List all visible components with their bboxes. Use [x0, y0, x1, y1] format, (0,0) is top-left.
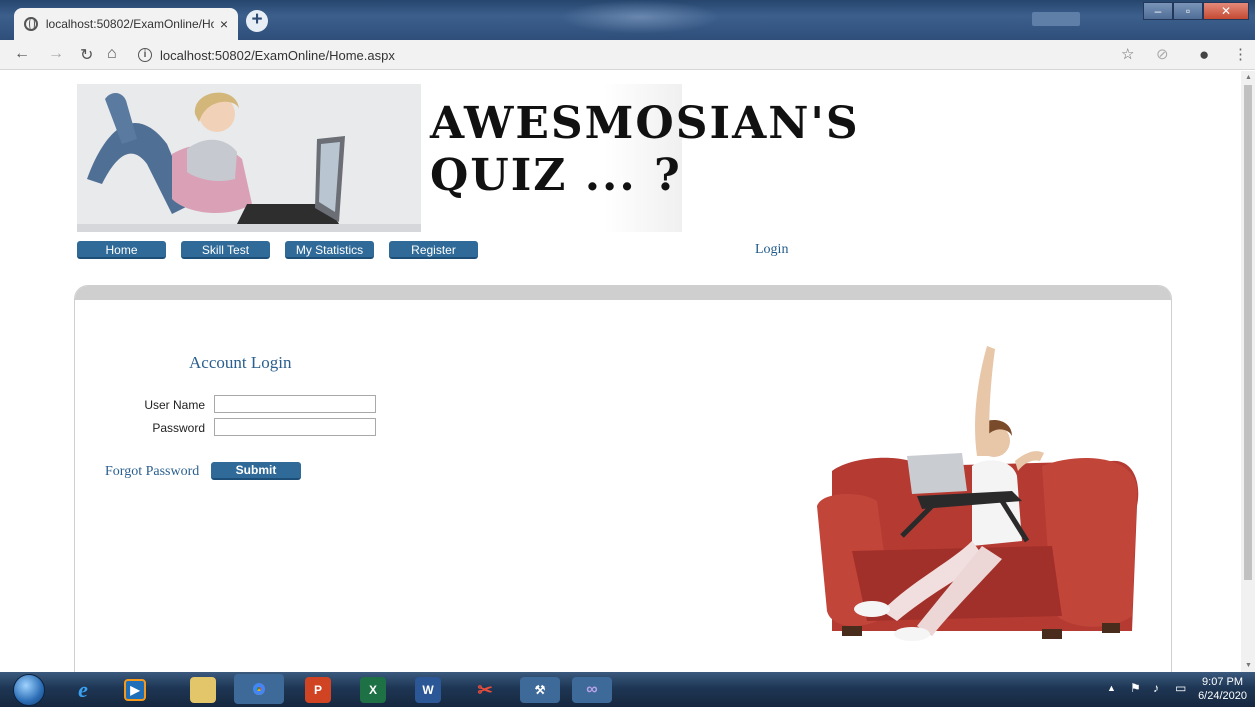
reload-icon[interactable]: ↻ — [80, 45, 93, 65]
chrome-icon — [248, 678, 270, 700]
powerpoint-icon[interactable]: P — [305, 677, 331, 703]
toolbox-icon[interactable]: ⚒ — [520, 677, 560, 703]
network-icon[interactable]: ▭ — [1175, 681, 1186, 695]
word-icon[interactable]: W — [415, 677, 441, 703]
window-controls: – ▫ ✕ — [1143, 2, 1249, 20]
maximize-button[interactable]: ▫ — [1173, 2, 1203, 20]
tab-title: localhost:50802/ExamOnline/Hor — [45, 17, 214, 31]
bookmark-star-icon[interactable]: ☆ — [1121, 45, 1134, 63]
taskbar-clock[interactable]: 9:07 PM 6/24/2020 — [1198, 675, 1247, 703]
submit-button[interactable]: Submit — [211, 462, 301, 480]
action-center-icon[interactable]: ⚑ — [1130, 681, 1141, 695]
web-page: AWESMOSIAN'S QUIZ ... ? Home Skill Test … — [0, 71, 1241, 672]
tab-close-icon[interactable]: × — [220, 16, 228, 32]
back-icon[interactable]: ← — [14, 45, 30, 63]
panel-header-bar — [75, 286, 1171, 300]
internet-explorer-icon[interactable]: e — [70, 677, 96, 703]
excel-icon[interactable]: X — [360, 677, 386, 703]
nav-my-statistics-button[interactable]: My Statistics — [285, 241, 374, 259]
site-title-line2: QUIZ ... ? — [430, 150, 682, 201]
start-button[interactable] — [13, 674, 45, 706]
scrollbar-thumb[interactable] — [1244, 85, 1252, 580]
minimize-button[interactable]: – — [1143, 2, 1173, 20]
extension-icon[interactable]: ⊘ — [1156, 45, 1169, 63]
password-input[interactable] — [214, 418, 376, 436]
site-title-line1: AWESMOSIAN'S — [430, 98, 860, 149]
system-tray: ▲ ⚑ ♪ ▭ 9:07 PM 6/24/2020 — [1095, 672, 1255, 707]
page-scrollbar[interactable]: ▲ ▼ — [1241, 71, 1255, 672]
windows-taskbar: e ▶ P X W ✂ ⚒ ∞ ▲ ⚑ ♪ ▭ 9:07 PM 6/24/202… — [0, 672, 1255, 707]
titlebar-badge — [1032, 12, 1080, 26]
url-text[interactable]: localhost:50802/ExamOnline/Home.aspx — [160, 48, 395, 63]
globe-icon — [24, 17, 38, 31]
volume-icon[interactable]: ♪ — [1153, 681, 1159, 695]
menu-icon[interactable]: ⋮ — [1233, 45, 1248, 63]
address-bar[interactable]: i localhost:50802/ExamOnline/Home.aspx — [138, 44, 1098, 66]
scroll-up-icon[interactable]: ▲ — [1245, 74, 1252, 81]
visual-studio-icon[interactable]: ∞ — [572, 677, 612, 703]
account-login-heading: Account Login — [189, 353, 292, 372]
nav-home-button[interactable]: Home — [77, 241, 166, 259]
clock-date: 6/24/2020 — [1198, 690, 1247, 702]
password-label: Password — [152, 421, 205, 435]
woman-on-sofa-image — [812, 341, 1142, 646]
info-icon[interactable]: i — [138, 48, 152, 62]
login-link[interactable]: Login — [755, 242, 788, 258]
browser-titlebar: localhost:50802/ExamOnline/Hor × + – ▫ ✕ — [0, 0, 1255, 40]
snipping-tool-icon[interactable]: ✂ — [472, 677, 498, 703]
nav-skill-test-button[interactable]: Skill Test — [181, 241, 270, 259]
clock-time: 9:07 PM — [1202, 676, 1244, 688]
site-banner: AWESMOSIAN'S QUIZ ... ? — [77, 84, 858, 232]
banner-photo — [77, 84, 421, 232]
show-hidden-icons-icon[interactable]: ▲ — [1107, 683, 1116, 693]
profile-icon[interactable]: ● — [1199, 45, 1209, 65]
username-input[interactable] — [214, 395, 376, 413]
file-explorer-icon[interactable] — [190, 677, 216, 703]
username-label: User Name — [144, 398, 205, 412]
browser-toolbar: ← → ↻ ⌂ i localhost:50802/ExamOnline/Hom… — [0, 40, 1255, 70]
forward-icon[interactable]: → — [48, 45, 64, 63]
chrome-taskbar-button[interactable] — [234, 674, 284, 704]
browser-tab[interactable]: localhost:50802/ExamOnline/Hor × — [14, 8, 238, 40]
scroll-down-icon[interactable]: ▼ — [1245, 662, 1252, 669]
nav-register-button[interactable]: Register — [389, 241, 478, 259]
media-player-icon[interactable]: ▶ — [124, 679, 146, 701]
close-window-button[interactable]: ✕ — [1203, 2, 1249, 20]
forgot-password-link[interactable]: Forgot Password — [105, 464, 199, 480]
site-title: AWESMOSIAN'S QUIZ ... ? — [430, 98, 860, 202]
home-icon[interactable]: ⌂ — [107, 45, 117, 63]
new-tab-button[interactable]: + — [246, 10, 268, 32]
